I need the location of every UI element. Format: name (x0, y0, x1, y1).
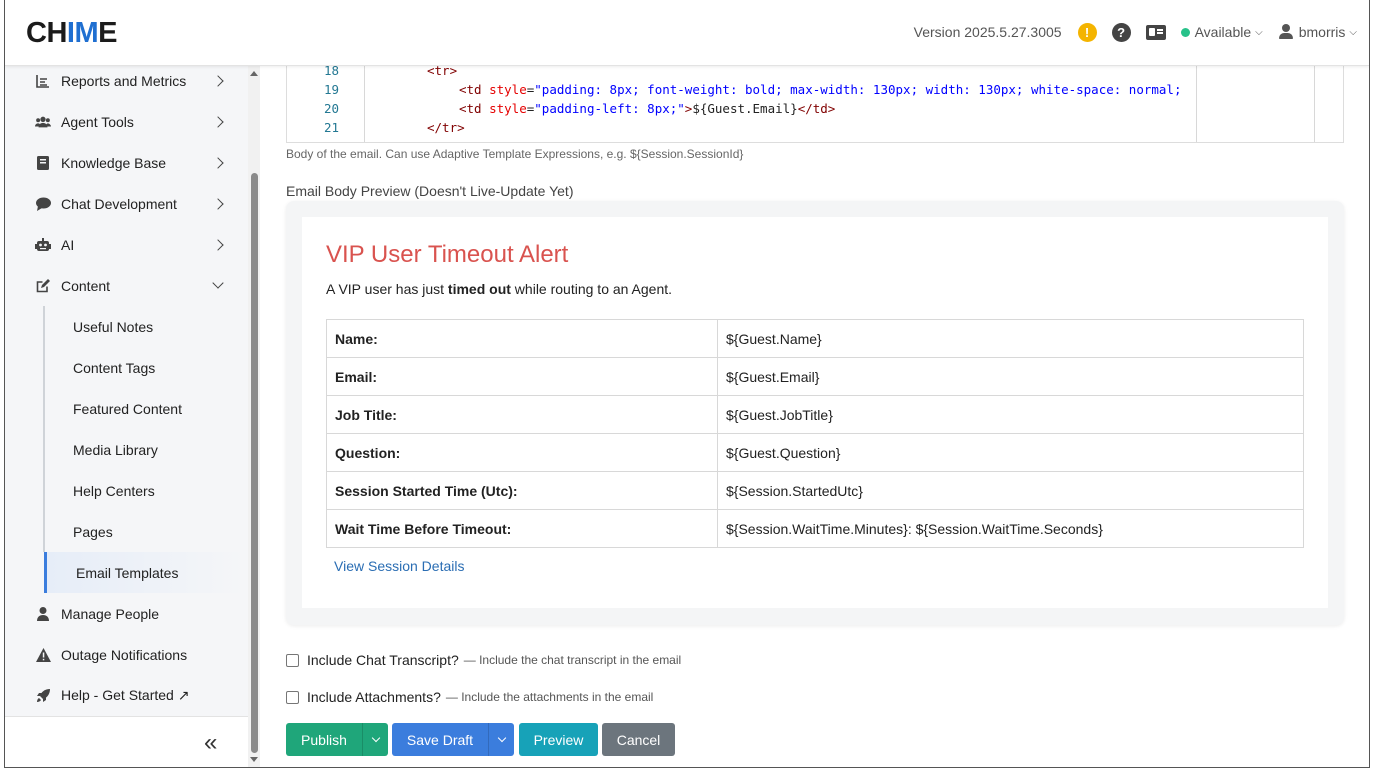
preview-details-table: Name: ${Guest.Name} Email: ${Guest.Email} … (326, 319, 1304, 548)
chat-bubble-icon (35, 196, 51, 212)
user-menu[interactable]: bmorris (1299, 24, 1346, 40)
warning-icon[interactable]: ! (1077, 22, 1097, 42)
publish-dropdown-toggle[interactable] (362, 723, 388, 756)
preview-label: Email Body Preview (Doesn't Live-Update … (286, 183, 574, 199)
table-row: Job Title: ${Guest.JobTitle} (326, 395, 1304, 434)
sidebar-item-help-centers[interactable]: Help Centers (45, 470, 245, 511)
warning-triangle-icon (35, 647, 51, 663)
table-row: Question: ${Guest.Question} (326, 433, 1304, 472)
sidebar-item-knowledge-base[interactable]: Knowledge Base (5, 142, 248, 183)
sidebar-item-email-templates[interactable]: Email Templates (44, 552, 244, 593)
sidebar-item-ai[interactable]: AI (5, 224, 248, 265)
sidebar-item-reports[interactable]: Reports and Metrics (5, 66, 248, 101)
sidebar-item-help-get-started[interactable]: Help - Get Started ↗ (5, 675, 248, 716)
preview-button[interactable]: Preview (519, 723, 598, 756)
top-bar: CHIME Version 2025.5.27.3005 ! ? Availab… (5, 0, 1369, 66)
include-transcript-checkbox[interactable] (286, 653, 299, 667)
id-card-icon[interactable] (1145, 24, 1166, 40)
edit-icon (35, 278, 51, 294)
rocket-icon (35, 688, 51, 704)
include-transcript-option: Include Chat Transcript? — Include the c… (286, 652, 681, 668)
chevron-down-icon (497, 733, 506, 743)
status-dot-icon (1180, 27, 1190, 37)
preview-title: VIP User Timeout Alert (326, 241, 569, 268)
sidebar: Reports and Metrics Agent Tools Knowledg… (5, 66, 248, 716)
book-icon (35, 155, 51, 171)
sidebar-item-useful-notes[interactable]: Useful Notes (45, 306, 245, 347)
code-line: 21 </tr> (323, 120, 465, 135)
sidebar-item-outage-notifications[interactable]: Outage Notifications (5, 634, 248, 675)
scroll-up-arrow-icon[interactable] (250, 71, 258, 76)
preview-intro: A VIP user has just timed out while rout… (326, 281, 673, 297)
status-dropdown[interactable]: Available (1195, 24, 1252, 40)
sidebar-footer: « (5, 716, 248, 767)
save-draft-dropdown-toggle[interactable] (488, 723, 514, 756)
chevron-right-icon (212, 74, 224, 87)
scroll-down-arrow-icon[interactable] (250, 757, 258, 762)
table-row: Wait Time Before Timeout: ${Session.WaitT… (326, 509, 1304, 548)
chevron-right-icon (212, 197, 224, 210)
chevron-down-icon[interactable]: ⌵ (1349, 27, 1357, 38)
publish-button[interactable]: Publish (286, 723, 362, 756)
chevron-right-icon (212, 156, 224, 169)
table-row: Email: ${Guest.Email} (326, 357, 1304, 396)
chevron-right-icon (212, 238, 224, 251)
include-attachments-checkbox[interactable] (286, 690, 299, 704)
code-line: 20 <td style="padding-left: 8px;">${Gues… (323, 101, 836, 116)
email-body-help-text: Body of the email. Can use Adaptive Temp… (286, 147, 744, 161)
sidebar-item-agent-tools[interactable]: Agent Tools (5, 101, 248, 142)
view-session-details-link[interactable]: View Session Details (334, 558, 464, 574)
table-row: Name: ${Guest.Name} (326, 319, 1304, 358)
help-icon[interactable]: ? (1111, 22, 1131, 42)
cancel-button[interactable]: Cancel (602, 723, 675, 756)
sidebar-item-featured-content[interactable]: Featured Content (45, 388, 245, 429)
email-body-code-editor[interactable]: 18 <tr> 19 <td style="padding: 8px; font… (286, 60, 1344, 143)
sidebar-item-manage-people[interactable]: Manage People (5, 593, 248, 634)
chime-logo[interactable]: CHIME (26, 17, 117, 50)
users-icon (35, 114, 51, 130)
sidebar-item-content[interactable]: Content (5, 265, 248, 306)
code-line: 19 <td style="padding: 8px; font-weight:… (323, 82, 1182, 97)
sidebar-item-media-library[interactable]: Media Library (45, 429, 245, 470)
include-attachments-option: Include Attachments? — Include the attac… (286, 689, 653, 705)
version-label: Version 2025.5.27.3005 (913, 24, 1062, 40)
robot-icon (35, 237, 51, 253)
scrollbar-thumb[interactable] (251, 173, 258, 753)
header-right: Version 2025.5.27.3005 ! ? Available ⌵ b… (914, 20, 1357, 44)
chevron-down-icon (212, 277, 224, 289)
email-preview-panel: VIP User Timeout Alert A VIP user has ju… (286, 201, 1344, 625)
sidebar-item-content-tags[interactable]: Content Tags (45, 347, 245, 388)
collapse-sidebar-icon[interactable]: « (204, 729, 217, 757)
save-draft-button[interactable]: Save Draft (392, 723, 488, 756)
sidebar-item-chat-development[interactable]: Chat Development (5, 183, 248, 224)
table-row: Session Started Time (Utc): ${Session.Sta… (326, 471, 1304, 510)
chevron-down-icon[interactable]: ⌵ (1255, 27, 1263, 38)
app-window: CHIME Version 2025.5.27.3005 ! ? Availab… (4, 0, 1370, 768)
sidebar-item-pages[interactable]: Pages (45, 511, 245, 552)
chart-icon (35, 73, 51, 89)
chevron-down-icon (371, 733, 380, 743)
user-icon (1278, 24, 1293, 40)
email-preview-body: VIP User Timeout Alert A VIP user has ju… (302, 217, 1328, 608)
person-icon (35, 606, 51, 622)
chevron-right-icon (212, 115, 224, 128)
